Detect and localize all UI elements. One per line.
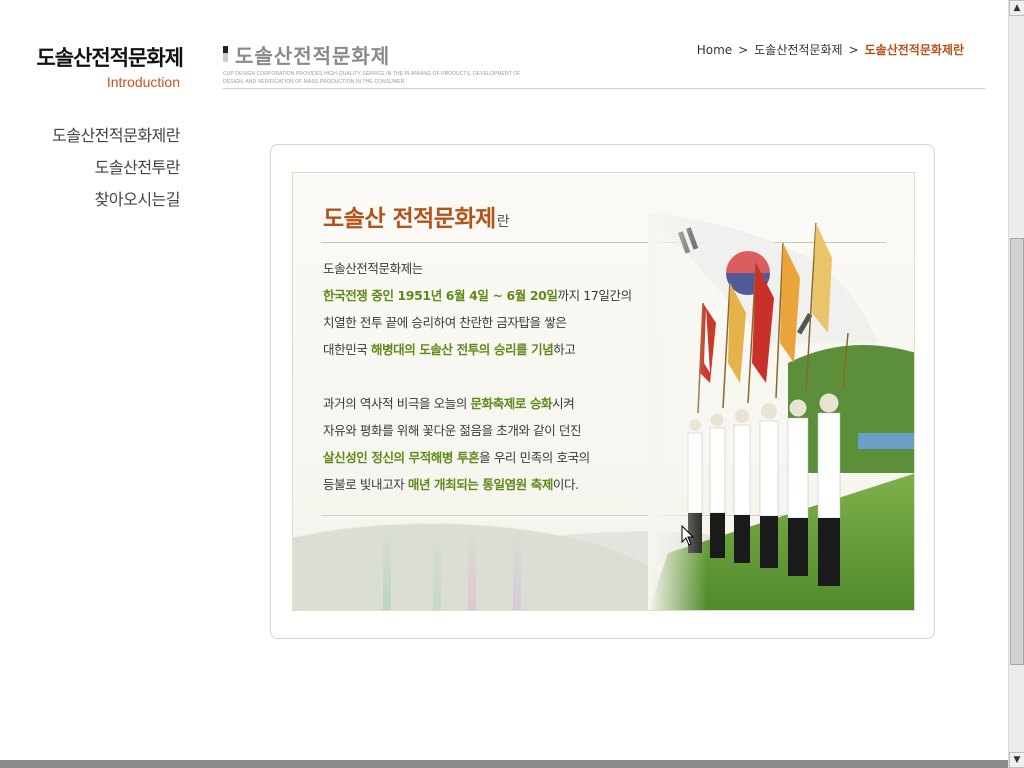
highlighted-text: 매년 개최되는 통일염원 축제 <box>407 477 553 492</box>
highlighted-text: 살신성인 정신의 무적해병 투혼 <box>323 450 480 465</box>
breadcrumb-parent[interactable]: 도솔산전적문화제 <box>754 43 842 57</box>
description-line: 한국전쟁 중인 1951년 6월 4일 ~ 6월 20일까지 17일간의 <box>323 282 683 309</box>
sidebar-item-festival-intro[interactable]: 도솔산전적문화제란 <box>20 120 180 152</box>
description-line: 등불로 빛내고자 매년 개최되는 통일염원 축제이다. <box>323 471 683 498</box>
intro-image-panel: 도솔산 전적문화제란 도솔산전적문화제는한국전쟁 중인 1951년 6월 4일 … <box>292 172 915 611</box>
body-text: 등불로 빛내고자 <box>323 477 408 492</box>
body-text: 하고 <box>553 342 576 357</box>
body-text: 시켜 <box>552 396 575 411</box>
body-text: 과거의 역사적 비극을 오늘의 <box>323 396 471 411</box>
scroll-down-icon[interactable]: ▼ <box>1009 752 1024 768</box>
body-text: 을 우리 민족의 호국의 <box>479 450 590 465</box>
breadcrumb: Home > 도솔산전적문화제 > 도솔산전적문화제란 <box>697 41 964 58</box>
sidebar-subtitle: Introduction <box>106 74 180 90</box>
body-text: 대한민국 <box>323 342 371 357</box>
description-line: 대한민국 해병대의 도솔산 전투의 승리를 기념하고 <box>323 336 683 363</box>
breadcrumb-separator: > <box>738 43 749 57</box>
mouse-cursor-icon <box>681 525 695 546</box>
festival-description: 도솔산전적문화제는한국전쟁 중인 1951년 6월 4일 ~ 6월 20일까지 … <box>323 255 683 498</box>
scroll-up-icon[interactable]: ▲ <box>1009 0 1024 16</box>
content-heading: 도솔산 전적문화제란 <box>323 199 510 233</box>
description-line: 도솔산전적문화제는 <box>323 255 683 282</box>
background-flag-streak <box>433 530 441 610</box>
page-title: 도솔산전적문화제 <box>235 44 391 68</box>
background-flag-streak <box>513 530 521 610</box>
background-flag-streak <box>468 530 476 610</box>
side-nav: 도솔산전적문화제란 도솔산전투란 찾아오시는길 <box>20 120 180 216</box>
scroll-thumb[interactable] <box>1010 238 1024 665</box>
title-bar-decoration <box>223 46 228 62</box>
body-text: 이다. <box>552 477 579 492</box>
header-divider <box>223 88 985 89</box>
honor-guard-photo <box>648 213 914 610</box>
content-heading-suffix: 란 <box>496 214 510 230</box>
horizontal-scroll-track <box>0 760 1008 768</box>
body-text: 까지 17일간의 <box>557 288 633 303</box>
sidebar-item-directions[interactable]: 찾아오시는길 <box>20 184 181 216</box>
description-line: 과거의 역사적 비극을 오늘의 문화축제로 승화시켜 <box>323 390 683 417</box>
description-line: 자유와 평화를 위해 꽃다운 젊음을 초개와 같이 던진 <box>323 417 683 444</box>
highlighted-text: 해병대의 도솔산 전투의 승리를 기념 <box>370 342 554 357</box>
body-text: 도솔산전적문화제는 <box>323 261 423 276</box>
content-heading-main: 도솔산 전적문화제 <box>323 205 496 232</box>
body-text: 치열한 전투 끝에 승리하여 찬란한 금자탑을 쌓은 <box>323 315 567 330</box>
sidebar-item-battle-intro[interactable]: 도솔산전투란 <box>20 152 181 184</box>
vertical-scrollbar[interactable]: ▲ ▼ <box>1008 0 1024 768</box>
sidebar-title: 도솔산전적문화제 <box>36 45 184 70</box>
highlighted-text: 한국전쟁 중인 1951년 6월 4일 ~ 6월 20일 <box>323 288 558 303</box>
highlighted-text: 문화축제로 승화 <box>470 396 553 411</box>
breadcrumb-separator: > <box>848 43 859 57</box>
breadcrumb-home[interactable]: Home <box>697 43 732 57</box>
description-line: 살신성인 정신의 무적해병 투혼을 우리 민족의 호국의 <box>323 444 683 471</box>
background-flag-streak <box>383 530 391 610</box>
breadcrumb-current: 도솔산전적문화제란 <box>864 43 964 57</box>
page-tagline: CUP DESIGN CORPORATION PROVIDES HIGH-QUA… <box>223 71 521 85</box>
body-text: 자유와 평화를 위해 꽃다운 젊음을 초개와 같이 던진 <box>323 423 582 438</box>
description-line: 치열한 전투 끝에 승리하여 찬란한 금자탑을 쌓은 <box>323 309 683 336</box>
